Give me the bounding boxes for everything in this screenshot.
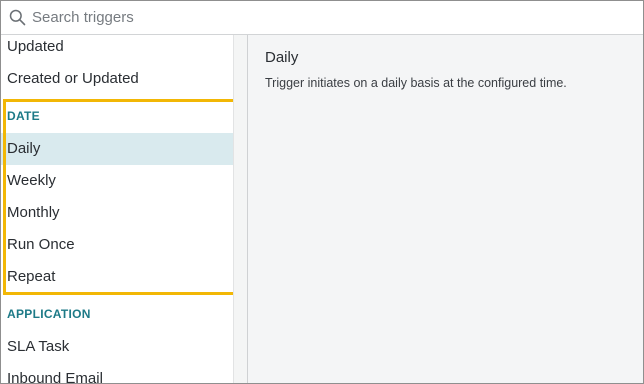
- scrollbar-track[interactable]: [233, 35, 247, 383]
- search-bar: [1, 1, 643, 35]
- detail-title: Daily: [265, 49, 299, 66]
- list-item-run-once[interactable]: Run Once: [1, 229, 233, 261]
- search-input[interactable]: [32, 5, 622, 29]
- trigger-detail-panel: Daily Trigger initiates on a daily basis…: [248, 35, 643, 383]
- section-header-application: APPLICATION: [7, 307, 91, 321]
- trigger-picker: Updated Created or Updated DATE Daily We…: [0, 0, 644, 384]
- list-item-repeat[interactable]: Repeat: [1, 261, 233, 293]
- list-item-daily[interactable]: Daily: [1, 133, 233, 165]
- detail-description: Trigger initiates on a daily basis at th…: [265, 76, 567, 90]
- list-item-created-or-updated[interactable]: Created or Updated: [1, 63, 233, 95]
- list-item-weekly[interactable]: Weekly: [1, 165, 233, 197]
- list-item-sla-task[interactable]: SLA Task: [1, 331, 233, 363]
- section-header-date: DATE: [7, 109, 40, 123]
- list-item-updated[interactable]: Updated: [1, 35, 233, 63]
- search-icon: [9, 9, 26, 26]
- list-item-monthly[interactable]: Monthly: [1, 197, 233, 229]
- list-item-inbound-email[interactable]: Inbound Email: [1, 363, 233, 383]
- trigger-list: Updated Created or Updated DATE Daily We…: [1, 35, 233, 383]
